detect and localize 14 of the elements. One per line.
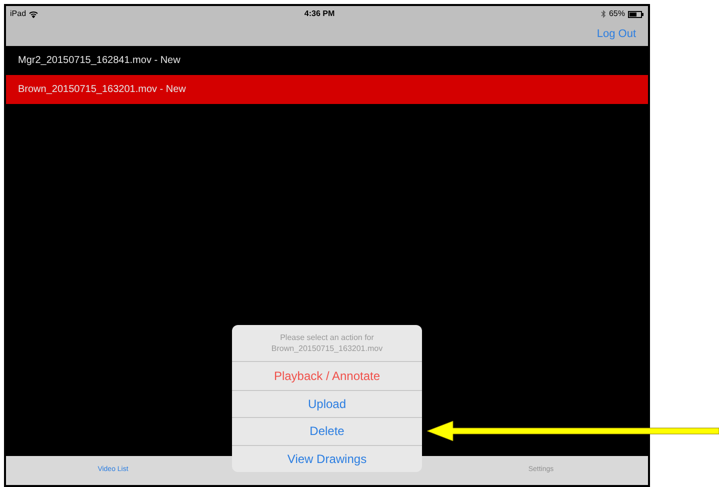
battery-percent: 65% [608,8,625,20]
action-button[interactable]: Playback / Annotate [232,362,422,390]
device-name: iPad [10,8,26,20]
action-button[interactable]: Delete [232,417,422,444]
battery-icon [628,10,644,18]
arrow-icon [425,420,719,442]
bluetooth-icon [600,10,606,18]
video-row[interactable]: Brown_20150715_163201.mov - New [6,75,648,104]
log-out-button[interactable]: Log Out [596,26,636,42]
clock: 4:36 PM [304,8,335,20]
action-sheet-message: Please select an action for Brown_20150715_163201.mov [232,325,422,362]
action-button[interactable]: View Drawings [232,444,422,472]
action-button[interactable]: Upload [232,390,422,417]
wifi-icon [29,10,38,18]
